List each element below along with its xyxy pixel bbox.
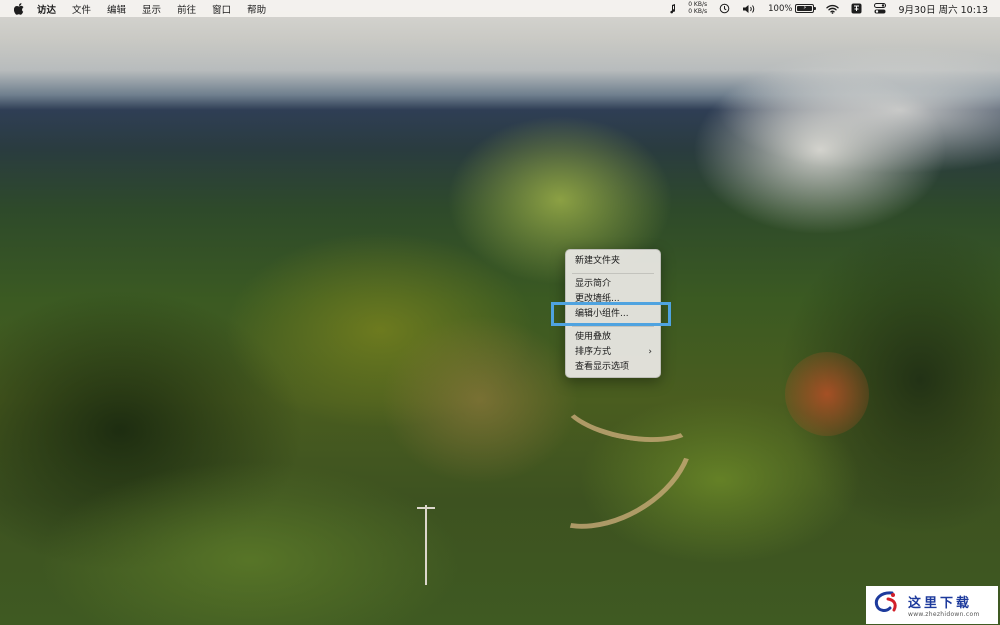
menu-item-get-info[interactable]: 显示简介 (566, 277, 660, 292)
menu-item-label: 显示简介 (575, 279, 612, 289)
menu-item-label: 新建文件夹 (575, 256, 621, 266)
clock[interactable]: 9月30日 周六 10:13 (898, 2, 988, 16)
menu-item-label: 排序方式 (575, 347, 612, 357)
battery-icon[interactable]: ⚡ (795, 4, 817, 13)
menu-item-sort-by[interactable]: 排序方式 › (566, 345, 660, 360)
menu-item-label: 编辑小组件... (575, 309, 629, 319)
watermark-text: 这里下载 www.zhezhidown.com (908, 592, 980, 618)
menu-item-label: 查看显示选项 (575, 362, 630, 372)
desktop-wallpaper[interactable] (0, 0, 1000, 625)
battery-percentage: 100% (768, 3, 793, 14)
wifi-icon[interactable] (826, 4, 840, 14)
watermark-logo-icon (872, 590, 902, 620)
menu-app-finder[interactable]: 访达 (37, 2, 56, 16)
apple-icon[interactable] (12, 2, 25, 15)
lens-flare (785, 352, 869, 436)
menu-go[interactable]: 前往 (177, 2, 196, 16)
site-watermark: 这里下载 www.zhezhidown.com (866, 586, 998, 624)
menu-edit[interactable]: 编辑 (107, 2, 126, 16)
music-note-icon[interactable] (670, 3, 676, 14)
menu-file[interactable]: 文件 (72, 2, 91, 16)
input-method-icon[interactable] (851, 3, 862, 14)
menu-help[interactable]: 帮助 (247, 2, 266, 16)
network-speed[interactable]: 0 KB/s 0 KB/s (688, 1, 708, 15)
utility-pole (417, 505, 435, 585)
menu-item-change-wallpaper[interactable]: 更改墙纸... (566, 292, 660, 307)
menu-item-label: 使用叠放 (575, 332, 612, 342)
menu-item-edit-widgets[interactable]: 编辑小组件... (566, 307, 660, 322)
battery-charging-label: ⚡ (797, 6, 813, 11)
watermark-title: 这里下载 (908, 596, 973, 611)
desktop-context-menu: 新建文件夹 显示简介 更改墙纸... 编辑小组件... 使用叠放 排序方式 › 查… (565, 249, 661, 378)
menu-item-show-view-options[interactable]: 查看显示选项 (566, 360, 660, 375)
menu-item-label: 更改墙纸... (575, 294, 620, 304)
watermark-url: www.zhezhidown.com (908, 611, 980, 618)
status-area: 0 KB/s 0 KB/s 100% ⚡ 9月30日 周六 10:13 (658, 0, 1000, 17)
volume-icon[interactable] (742, 4, 756, 14)
menu-item-new-folder[interactable]: 新建文件夹 (566, 254, 660, 269)
menu-bar: 访达 文件 编辑 显示 前往 窗口 帮助 0 KB/s 0 KB/s 100% … (0, 0, 1000, 17)
menu-separator (572, 272, 654, 274)
menu-separator (572, 325, 654, 327)
chevron-right-icon: › (648, 347, 652, 357)
control-center-icon[interactable] (874, 3, 887, 14)
menu-view[interactable]: 显示 (142, 2, 161, 16)
menu-item-use-stacks[interactable]: 使用叠放 (566, 330, 660, 345)
net-download: 0 KB/s (688, 7, 708, 15)
time-machine-icon[interactable] (719, 3, 730, 14)
menu-window[interactable]: 窗口 (212, 2, 231, 16)
